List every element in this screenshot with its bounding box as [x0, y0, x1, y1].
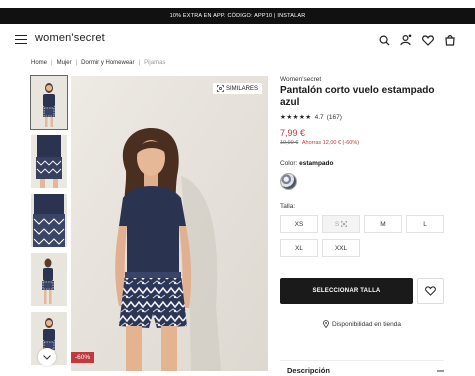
- price-details: 19,99 € Ahorras 12,00 € (-60%): [280, 140, 450, 146]
- notify-icon: [341, 221, 348, 227]
- size-option-m[interactable]: M: [364, 215, 402, 233]
- select-size-button[interactable]: SELECCIONAR TALLA: [280, 278, 413, 304]
- size-option-xs[interactable]: XS: [280, 215, 318, 233]
- old-price: 19,99 €: [280, 140, 299, 146]
- color-swatch-estampado[interactable]: [280, 173, 297, 190]
- star-rating-icon: ★★★★★: [280, 114, 312, 121]
- thumbnail-2[interactable]: [31, 135, 67, 188]
- product-info: Women'secret Pantalón corto vuelo estamp…: [280, 76, 450, 146]
- size-option-label: M: [380, 220, 386, 228]
- heart-icon: [425, 286, 436, 296]
- product-main-image[interactable]: SIMILARES -60%: [71, 76, 268, 371]
- product-brand: Women'secret: [280, 76, 322, 83]
- collapse-minus-icon: [437, 370, 444, 371]
- size-option-label: S: [334, 220, 340, 228]
- store-availability-label: Disponibilidad en tienda: [331, 320, 402, 328]
- site-header: women'secret: [0, 24, 475, 56]
- thumbnail-1[interactable]: [30, 75, 68, 130]
- user-icon[interactable]: [399, 33, 413, 47]
- location-pin-icon: [323, 320, 329, 328]
- store-availability-link[interactable]: Disponibilidad en tienda: [280, 320, 444, 328]
- size-option-label: XL: [295, 244, 303, 252]
- saving-text: Ahorras 12,00 € (-60%): [301, 140, 360, 146]
- breadcrumb-separator: |: [51, 60, 53, 66]
- promo-text[interactable]: 10% EXTRA EN APP. CÓDIGO: APP10 | INSTAL…: [170, 13, 306, 19]
- logo[interactable]: women'secret: [35, 32, 105, 44]
- size-option-xl[interactable]: XL: [280, 239, 318, 257]
- thumbnail-4[interactable]: [31, 253, 67, 306]
- breadcrumb-item-home[interactable]: Home: [31, 60, 47, 66]
- product-title: Pantalón corto vuelo estampado azul: [280, 85, 435, 108]
- breadcrumb-separator: |: [138, 60, 141, 66]
- chevron-down-icon: [43, 354, 51, 360]
- thumbnail-gallery: [30, 75, 68, 371]
- description-accordion[interactable]: Descripción: [280, 360, 444, 376]
- description-title: Descripción: [287, 366, 330, 375]
- promo-banner[interactable]: 10% EXTRA EN APP. CÓDIGO: APP10 | INSTAL…: [0, 8, 475, 24]
- bag-icon[interactable]: [443, 33, 457, 47]
- gallery-scroll-down-button[interactable]: [38, 348, 56, 366]
- header-icons: [377, 33, 457, 47]
- breadcrumb-item-mujer[interactable]: Mujer: [57, 60, 72, 66]
- visual-search-icon: [217, 85, 224, 92]
- similares-label: SIMILARES: [225, 85, 258, 92]
- thumbnail-3[interactable]: [31, 194, 67, 247]
- menu-icon[interactable]: [15, 35, 27, 44]
- size-option-label: L: [423, 220, 427, 228]
- size-option-label: XS: [294, 220, 304, 228]
- breadcrumb-separator: |: [75, 60, 78, 66]
- size-label: Talla:: [280, 203, 296, 210]
- product-rating[interactable]: ★★★★★ 4.7 (167): [280, 113, 450, 122]
- heart-icon[interactable]: [421, 33, 435, 47]
- color-label-text: Color:: [280, 160, 298, 167]
- size-option-s[interactable]: S: [322, 215, 360, 233]
- current-price: 7,99 €: [280, 128, 306, 138]
- breadcrumb-item-dormir[interactable]: Dormir y Homewear: [81, 60, 134, 66]
- rating-value: 4.7: [314, 113, 324, 121]
- wishlist-button[interactable]: [417, 278, 444, 304]
- size-option-xxl[interactable]: XXL: [322, 239, 360, 257]
- size-selector: XS S M L XL XXL: [280, 215, 448, 257]
- breadcrumb: Home | Mujer | Dormir y Homewear | Pijam…: [31, 60, 165, 66]
- discount-badge: -60%: [71, 352, 95, 363]
- size-option-label: XXL: [334, 244, 348, 252]
- review-count[interactable]: (167): [327, 114, 342, 121]
- color-value: estampado: [299, 160, 334, 167]
- color-label: Color: estampado: [280, 160, 333, 167]
- breadcrumb-item-pijamas[interactable]: Pijamas: [144, 60, 165, 66]
- size-option-l[interactable]: L: [406, 215, 444, 233]
- search-icon[interactable]: [377, 33, 391, 47]
- similares-button[interactable]: SIMILARES: [212, 83, 262, 94]
